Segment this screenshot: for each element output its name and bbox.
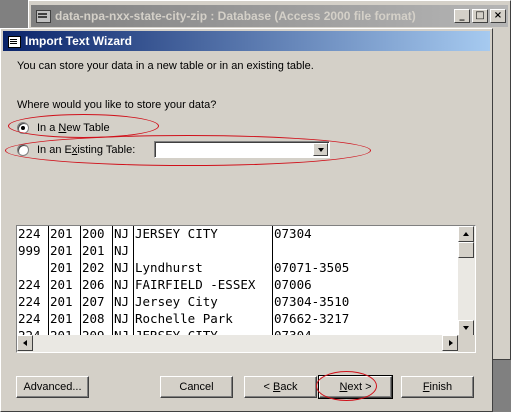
maximize-icon[interactable]: □ xyxy=(472,9,488,23)
table-cell: Jersey City xyxy=(135,294,218,309)
back-button-pre: < xyxy=(263,381,273,393)
arrow-left-icon xyxy=(23,340,27,346)
table-cell: NJ xyxy=(114,277,130,292)
annotation-ellipse-existing-table xyxy=(5,135,371,166)
table-row: 201 202 NJ Lyndhurst 07071-3505 xyxy=(17,259,457,276)
finish-button[interactable]: Finish xyxy=(401,376,474,398)
table-cell: 999 xyxy=(18,243,41,258)
table-cell: 200 xyxy=(82,226,105,241)
arrow-right-icon xyxy=(449,340,453,346)
table-cell: 224 xyxy=(18,277,41,292)
arrow-down-icon xyxy=(463,326,469,330)
database-window-title: data-npa-nxx-state-city-zip : Database (… xyxy=(55,9,416,23)
table-cell: JERSEY CITY xyxy=(135,226,218,241)
table-cell: NJ xyxy=(114,311,130,326)
back-button[interactable]: < Back xyxy=(244,376,317,398)
advanced-button[interactable]: Advanced... xyxy=(16,376,89,398)
annotation-ellipse-new-table xyxy=(8,114,159,138)
table-cell: 07662-3217 xyxy=(274,311,350,326)
scroll-left-button[interactable] xyxy=(17,335,33,351)
table-cell: Rochelle Park xyxy=(135,311,233,326)
scroll-down-button[interactable] xyxy=(458,320,474,336)
table-cell: 208 xyxy=(82,311,105,326)
wizard-icon xyxy=(7,34,21,48)
table-cell: NJ xyxy=(114,226,130,241)
minimize-icon[interactable]: _ xyxy=(454,9,470,23)
scroll-up-button[interactable] xyxy=(458,226,474,242)
table-cell: 224 xyxy=(18,226,41,241)
table-cell: 201 xyxy=(50,226,73,241)
table-cell: 201 xyxy=(50,243,73,258)
table-cell xyxy=(134,242,135,259)
annotation-ellipse-next xyxy=(316,371,377,401)
back-button-post: ack xyxy=(280,381,298,393)
import-text-wizard-dialog: Import Text Wizard You can store your da… xyxy=(0,28,493,412)
table-cell: NJ xyxy=(114,260,130,275)
table-cell: 207 xyxy=(82,294,105,309)
vertical-scrollbar[interactable] xyxy=(458,226,475,336)
vertical-scroll-thumb[interactable] xyxy=(458,242,474,258)
data-preview-rows: 224 201 200 NJ JERSEY CITY 07304 999 201 201 NJ 20… xyxy=(17,226,457,336)
scrollbar-corner xyxy=(458,335,475,352)
dialog-title: Import Text Wizard xyxy=(25,34,133,48)
table-cell xyxy=(273,242,274,259)
table-cell: 07071-3505 xyxy=(274,260,350,275)
table-cell: 202 xyxy=(82,260,105,275)
table-row: 224 201 200 NJ JERSEY CITY 07304 xyxy=(17,226,457,242)
arrow-up-icon xyxy=(463,232,469,236)
horizontal-scrollbar[interactable] xyxy=(17,335,458,352)
store-question-text: Where would you like to store your data? xyxy=(17,99,217,111)
table-cell: 224 xyxy=(18,311,41,326)
table-cell: NJ xyxy=(114,294,130,309)
table-cell: 07304 xyxy=(274,226,312,241)
table-cell: FAIRFIELD -ESSEX xyxy=(135,277,256,292)
table-cell: 07006 xyxy=(274,277,312,292)
dialog-titlebar[interactable]: Import Text Wizard xyxy=(3,31,490,51)
table-cell: 201 xyxy=(50,277,73,292)
table-cell: 201 xyxy=(50,260,73,275)
table-cell: 201 xyxy=(50,311,73,326)
finish-button-post: inish xyxy=(429,381,453,393)
table-cell: 201 xyxy=(82,243,105,258)
table-cell: 206 xyxy=(82,277,105,292)
table-cell xyxy=(17,259,18,276)
table-row: 224 201 208 NJ Rochelle Park 07662-3217 xyxy=(17,310,457,327)
table-cell: 201 xyxy=(50,294,73,309)
intro-text: You can store your data in a new table o… xyxy=(17,60,314,72)
table-row: 999 201 201 NJ xyxy=(17,242,457,259)
scroll-right-button[interactable] xyxy=(442,335,458,351)
table-cell: Lyndhurst xyxy=(135,260,203,275)
finish-button-key: F xyxy=(422,381,430,393)
database-window-titlebar[interactable]: data-npa-nxx-state-city-zip : Database (… xyxy=(31,5,508,27)
database-icon xyxy=(35,9,51,23)
table-cell: 07304-3510 xyxy=(274,294,350,309)
table-cell: NJ xyxy=(114,243,130,258)
data-preview-grid[interactable]: 224 201 200 NJ JERSEY CITY 07304 999 201 201 NJ 20… xyxy=(16,225,476,353)
close-icon[interactable]: × xyxy=(490,9,506,23)
table-cell: 224 xyxy=(18,294,41,309)
table-row: 224 201 206 NJ FAIRFIELD -ESSEX 07006 xyxy=(17,276,457,293)
cancel-button[interactable]: Cancel xyxy=(160,376,233,398)
table-row: 224 201 207 NJ Jersey City 07304-3510 xyxy=(17,293,457,310)
